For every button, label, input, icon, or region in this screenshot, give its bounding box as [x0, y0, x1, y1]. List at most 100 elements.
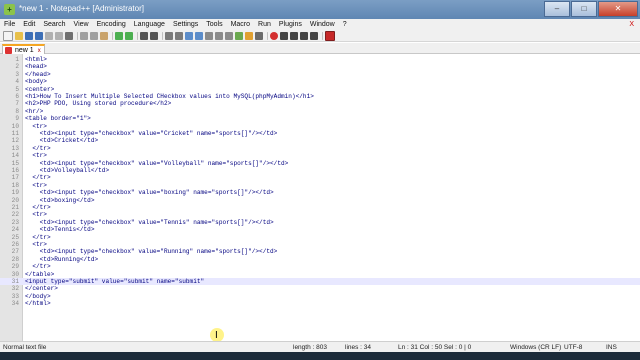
show-all-characters-icon[interactable]	[215, 31, 223, 40]
menu-encoding[interactable]: Encoding	[93, 21, 130, 28]
code-line[interactable]: 31 <input type="submit" value="submit" na…	[0, 278, 640, 286]
code-line[interactable]: 6 <h1>How To Insert Multiple Selected CHe…	[0, 93, 640, 100]
line-number: 6	[15, 93, 19, 100]
maximize-button[interactable]: □	[571, 1, 597, 17]
code-line[interactable]: 24 <td>Tennis</td>	[0, 226, 640, 233]
line-text: <center>	[25, 85, 55, 93]
menu-view[interactable]: View	[70, 21, 93, 28]
abc-spellcheck-icon[interactable]	[325, 30, 335, 41]
code-line[interactable]: 2 <head>	[0, 63, 640, 70]
run-macro-multiple-icon[interactable]	[300, 31, 308, 40]
line-number: 7	[15, 100, 19, 108]
code-line[interactable]: 13 </tr>	[0, 145, 640, 152]
menu-run[interactable]: Run	[254, 21, 275, 28]
menu-edit[interactable]: Edit	[19, 21, 39, 28]
code-line[interactable]: 32 </center>	[0, 285, 640, 292]
find-icon[interactable]	[140, 31, 148, 40]
indent-guide-icon[interactable]	[225, 31, 233, 40]
menu-search[interactable]: Search	[39, 21, 69, 28]
code-line[interactable]: 20 <td>boxing</td>	[0, 197, 640, 204]
open-file-icon[interactable]	[15, 31, 23, 40]
line-number: 22	[11, 211, 19, 219]
code-line[interactable]: 5 <center>	[0, 86, 640, 93]
redo-icon[interactable]	[125, 31, 133, 40]
code-line[interactable]: 34 </html>	[0, 300, 640, 307]
replace-icon[interactable]	[150, 31, 158, 40]
cut-icon[interactable]	[80, 31, 88, 40]
menu-help[interactable]: ?	[339, 21, 351, 28]
line-number: 9	[15, 115, 19, 123]
new-file-icon[interactable]	[3, 30, 13, 41]
code-line[interactable]: 29 </tr>	[0, 263, 640, 270]
save-icon[interactable]	[25, 31, 33, 40]
zoom-in-icon[interactable]	[165, 31, 173, 40]
play-macro-icon[interactable]	[290, 31, 298, 40]
sync-vertical-icon[interactable]	[185, 31, 193, 40]
code-line[interactable]: 9 <table border="1">	[0, 115, 640, 122]
close-file-icon[interactable]	[45, 31, 53, 40]
code-line[interactable]: 12 <td>Cricket</td>	[0, 137, 640, 144]
stop-recording-icon[interactable]	[280, 31, 288, 40]
close-window-button[interactable]: ✕	[598, 1, 638, 17]
menu-macro[interactable]: Macro	[227, 21, 254, 28]
line-text: <tr>	[25, 181, 47, 189]
code-line[interactable]: 16 <td>Volleyball</td>	[0, 167, 640, 174]
document-map-icon[interactable]	[255, 31, 263, 40]
code-line[interactable]: 3 </head>	[0, 71, 640, 78]
code-line[interactable]: 11 <td><input type="checkbox" value="Cri…	[0, 130, 640, 137]
menu-settings[interactable]: Settings	[169, 21, 202, 28]
save-all-icon[interactable]	[35, 31, 43, 40]
menu-window[interactable]: Window	[306, 21, 339, 28]
code-line[interactable]: 26 <tr>	[0, 241, 640, 248]
line-number: 30	[11, 270, 19, 278]
line-text: </center>	[25, 285, 58, 293]
folder-workspace-icon[interactable]	[245, 31, 253, 40]
menu-tools[interactable]: Tools	[202, 21, 226, 28]
code-line[interactable]: 21 </tr>	[0, 204, 640, 211]
code-line[interactable]: 15 <td><input type="checkbox" value="Vol…	[0, 160, 640, 167]
toolbar-separator	[322, 31, 323, 40]
close-document-icon[interactable]: X	[625, 21, 640, 28]
line-text: <h2>PHP PDO, Using stored procedure</h2>	[25, 100, 172, 108]
zoom-out-icon[interactable]	[175, 31, 183, 40]
code-line[interactable]: 28 <td>Running</td>	[0, 256, 640, 263]
unsaved-file-icon	[5, 47, 12, 54]
line-text: <tr>	[25, 122, 47, 130]
code-line[interactable]: 22 <tr>	[0, 211, 640, 218]
record-macro-icon[interactable]	[270, 31, 278, 40]
menu-file[interactable]: File	[0, 21, 19, 28]
title-bar: + *new 1 - Notepad++ [Administrator] – □…	[0, 0, 640, 19]
minimize-button[interactable]: –	[544, 1, 570, 17]
line-number: 19	[11, 189, 19, 197]
menu-plugins[interactable]: Plugins	[275, 21, 306, 28]
line-text: </tr>	[25, 233, 51, 241]
code-line[interactable]: 17 </tr>	[0, 174, 640, 181]
code-line[interactable]: 14 <tr>	[0, 152, 640, 159]
code-line[interactable]: 33 </body>	[0, 293, 640, 300]
undo-icon[interactable]	[115, 31, 123, 40]
editor-area[interactable]: 1 <html> 2 <head> 3 </head> 4 <body> 5 <center> 6 <…	[0, 54, 640, 342]
code-line[interactable]: 27 <td><input type="checkbox" value="Run…	[0, 248, 640, 255]
print-icon[interactable]	[65, 31, 73, 40]
paste-icon[interactable]	[100, 31, 108, 40]
code-line[interactable]: 7 <h2>PHP PDO, Using stored procedure</h2…	[0, 100, 640, 107]
code-line[interactable]: 23 <td><input type="checkbox" value="Ten…	[0, 219, 640, 226]
status-length: length : 803	[293, 344, 327, 351]
line-number: 20	[11, 196, 19, 204]
language-icon[interactable]	[235, 31, 243, 40]
code-line[interactable]: 30 </table>	[0, 271, 640, 278]
word-wrap-icon[interactable]	[205, 31, 213, 40]
code-line[interactable]: 19 <td><input type="checkbox" value="box…	[0, 189, 640, 196]
copy-icon[interactable]	[90, 31, 98, 40]
menu-language[interactable]: Language	[130, 21, 169, 28]
code-line[interactable]: 25 </tr>	[0, 234, 640, 241]
close-all-icon[interactable]	[55, 31, 63, 40]
code-line[interactable]: 4 <body>	[0, 78, 640, 85]
sync-horizontal-icon[interactable]	[195, 31, 203, 40]
line-number: 16	[11, 167, 19, 174]
save-macro-icon[interactable]	[310, 31, 318, 40]
code-line[interactable]: 8 <hr/>	[0, 108, 640, 115]
code-line[interactable]: 1 <html>	[0, 56, 640, 63]
code-line[interactable]: 10 <tr>	[0, 123, 640, 130]
code-line[interactable]: 18 <tr>	[0, 182, 640, 189]
